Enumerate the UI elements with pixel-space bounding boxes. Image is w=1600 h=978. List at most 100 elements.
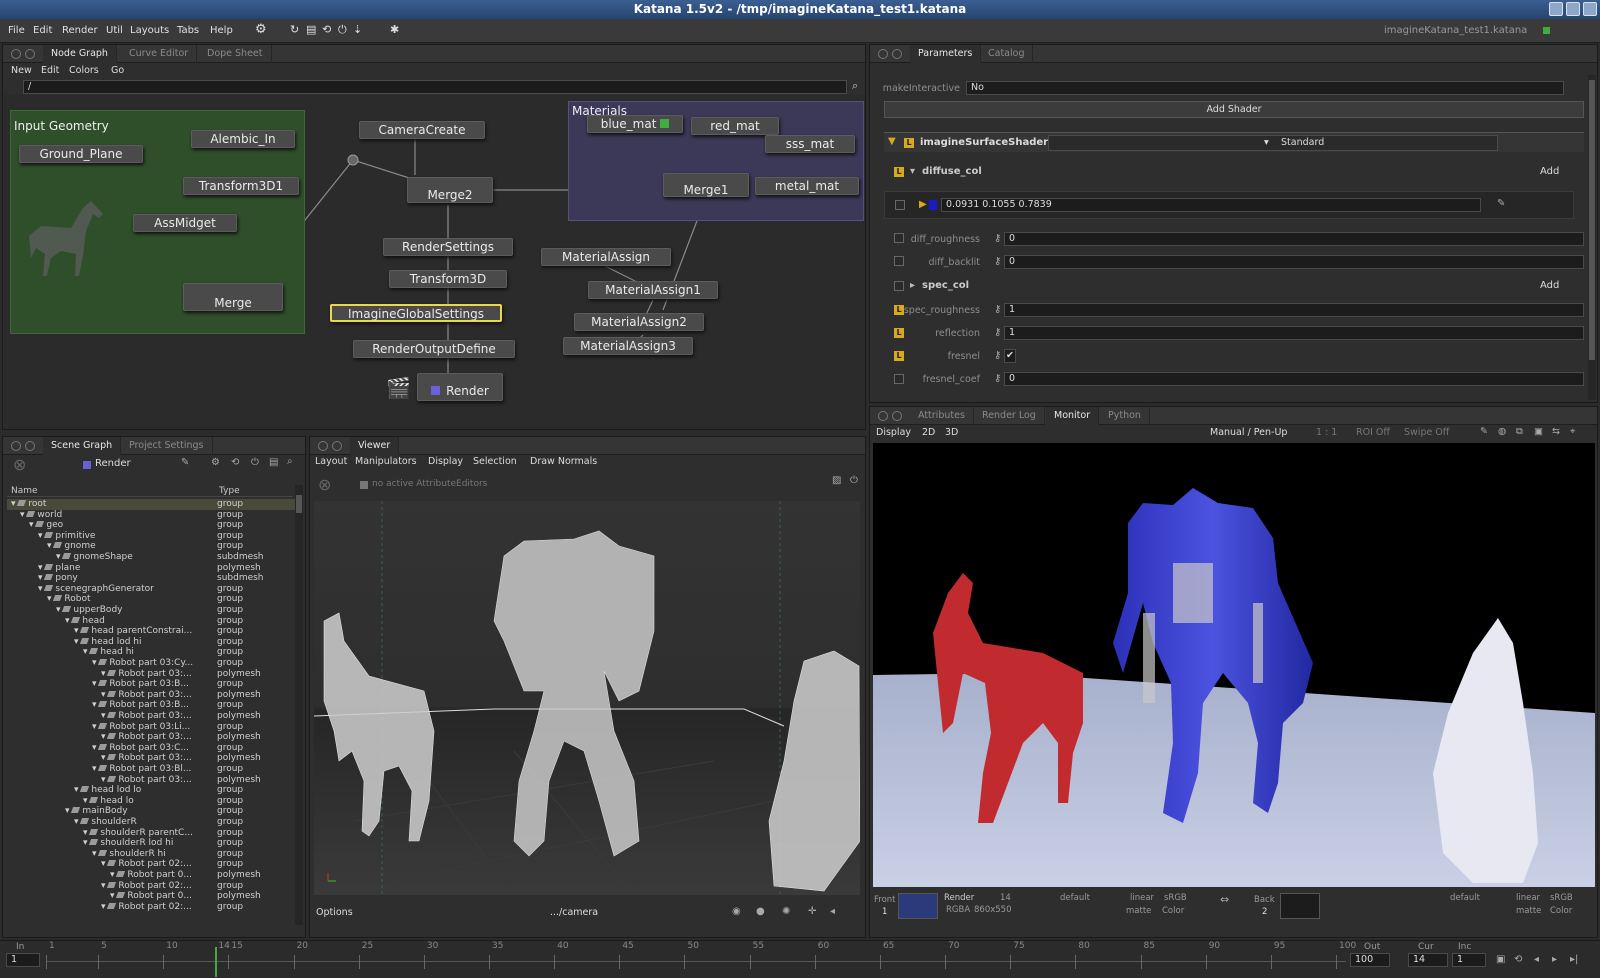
layers-icon[interactable]: ▨ xyxy=(832,475,841,486)
lock-icon[interactable]: ▣ xyxy=(1496,954,1505,965)
increment-input[interactable]: 1 xyxy=(1452,953,1486,967)
play-icon[interactable]: ▸ xyxy=(1552,954,1557,965)
lock-icon[interactable]: ▣ xyxy=(1534,426,1543,437)
pane-close-icon[interactable] xyxy=(11,441,21,451)
out-frame-input[interactable]: 100 xyxy=(1350,953,1390,967)
search-icon[interactable]: ⌕ xyxy=(287,456,293,467)
table-row[interactable]: ▾ Robot part 0... polymesh xyxy=(7,891,295,902)
table-row[interactable]: ▾ Robot part 03:... polymesh xyxy=(7,753,295,764)
move-icon[interactable]: ✛ xyxy=(808,906,816,917)
key-icon[interactable]: ⚷ xyxy=(994,373,1001,384)
table-row[interactable]: ▾ gnome group xyxy=(7,541,295,552)
make-interactive-select[interactable]: No xyxy=(966,81,1564,95)
step-forward-icon[interactable]: ▸| xyxy=(1570,954,1578,965)
pen-mode-dropdown[interactable]: Manual / Pen-Up xyxy=(1210,427,1287,438)
tab-project-settings[interactable]: Project Settings xyxy=(121,437,213,455)
node-render-output-define[interactable]: RenderOutputDefine xyxy=(353,340,515,358)
scene-graph-tree[interactable]: ▾ root group ▾ world group ▾ geo group ▾ primi… xyxy=(7,499,295,927)
power-icon[interactable]: ⏻ xyxy=(338,23,347,37)
spec-add-button[interactable]: Add xyxy=(1540,280,1559,291)
table-row[interactable]: ▾ Robot part 02:... group xyxy=(7,902,295,913)
copy-icon[interactable]: ⧉ xyxy=(1516,426,1523,437)
tab-curve-editor[interactable]: Curve Editor xyxy=(121,45,198,63)
front-color-dropdown[interactable]: Color xyxy=(1162,906,1184,916)
chat-icon[interactable]: ◍ xyxy=(1498,426,1506,437)
front-matte-dropdown[interactable]: matte xyxy=(1126,906,1151,916)
table-row[interactable]: ▾ upperBody group xyxy=(7,605,295,616)
tab-catalog[interactable]: Catalog xyxy=(980,45,1034,63)
tab-node-graph[interactable]: Node Graph xyxy=(43,45,117,63)
collapse-arrow-icon[interactable]: ▼ xyxy=(888,136,896,147)
swap-arrows-icon[interactable]: ⇔ xyxy=(1220,893,1229,906)
node-graph-canvas[interactable]: Input Geometry Ground_Plane Alembic_In T… xyxy=(3,95,865,429)
menu-edit[interactable]: Edit xyxy=(33,25,52,36)
playhead[interactable] xyxy=(215,947,218,977)
pane-float-icon[interactable] xyxy=(892,411,902,421)
node-merge1[interactable]: Merge1 xyxy=(663,173,749,197)
back-thumbnail[interactable] xyxy=(1280,893,1320,919)
node-material-assign[interactable]: MaterialAssign xyxy=(541,248,671,266)
pane-close-icon[interactable] xyxy=(878,411,888,421)
pane-close-icon[interactable] xyxy=(11,49,21,59)
back-matte-dropdown[interactable]: matte xyxy=(1516,906,1541,916)
menu-layouts[interactable]: Layouts xyxy=(130,25,169,36)
refresh-icon[interactable]: ↻ xyxy=(290,23,299,36)
table-row[interactable]: ▾ world group xyxy=(7,510,295,521)
table-row[interactable]: ▾ shoulderR hi group xyxy=(7,849,295,860)
cancel-icon[interactable]: ⊗ xyxy=(13,455,26,474)
menu-util[interactable]: Util xyxy=(106,25,123,36)
table-row[interactable]: ▾ Robot part 03:... polymesh xyxy=(7,732,295,743)
table-row[interactable]: ▾ shoulderR lod hi group xyxy=(7,838,295,849)
ng-menu-new[interactable]: New xyxy=(11,65,32,76)
tab-scene-graph[interactable]: Scene Graph xyxy=(43,437,122,455)
back-linear-dropdown[interactable]: linear xyxy=(1516,893,1540,903)
brush-icon[interactable]: ✎ xyxy=(1480,426,1488,437)
settings-icon[interactable]: ✺ xyxy=(782,906,790,917)
node-material-assign3[interactable]: MaterialAssign3 xyxy=(563,337,693,355)
in-frame-input[interactable]: 1 xyxy=(6,953,40,967)
node-render[interactable]: Render xyxy=(417,373,503,401)
power-icon[interactable]: ⏻ xyxy=(850,475,858,486)
gear-icon[interactable]: ⚙ xyxy=(211,457,220,468)
table-row[interactable]: ▾ Robot part 02:... group xyxy=(7,881,295,892)
menu-help[interactable]: Help xyxy=(210,25,233,36)
bug-icon[interactable]: ✱ xyxy=(390,23,399,36)
monitor-2d-button[interactable]: 2D xyxy=(922,427,935,438)
table-row[interactable]: ▾ Robot part 0... polymesh xyxy=(7,870,295,881)
render-thumbnail[interactable] xyxy=(898,893,938,919)
swipe-dropdown[interactable]: Swipe Off xyxy=(1404,427,1449,438)
tab-python[interactable]: Python xyxy=(1100,407,1150,425)
table-row[interactable]: ▾ plane polymesh xyxy=(7,563,295,574)
table-row[interactable]: ▾ Robot part 03:C... group xyxy=(7,743,295,754)
back-srgb-dropdown[interactable]: sRGB xyxy=(1550,893,1573,903)
table-row[interactable]: ▾ gnomeShape subdmesh xyxy=(7,552,295,563)
key-icon[interactable]: ⚷ xyxy=(994,350,1001,361)
table-row[interactable]: ▾ Robot part 03:... polymesh xyxy=(7,711,295,722)
table-row[interactable]: ▾ head lo group xyxy=(7,796,295,807)
play-arrow-icon[interactable]: ▶ xyxy=(919,199,927,210)
node-assmidget[interactable]: AssMidget xyxy=(133,214,237,232)
diff-backlit-input[interactable]: 0 xyxy=(1004,255,1584,269)
tab-dope-sheet[interactable]: Dope Sheet xyxy=(199,45,272,63)
close-button[interactable] xyxy=(1583,2,1597,16)
node-material-assign1[interactable]: MaterialAssign1 xyxy=(588,281,718,299)
table-row[interactable]: ▾ geo group xyxy=(7,520,295,531)
params-scrollbar[interactable] xyxy=(1588,75,1596,400)
save-icon[interactable]: ▤ xyxy=(306,23,316,36)
gear-icon[interactable]: ⚙ xyxy=(255,22,267,37)
pin-icon[interactable]: ● xyxy=(756,906,765,917)
front-default-dropdown[interactable]: default xyxy=(1060,893,1090,903)
front-srgb-dropdown[interactable]: sRGB xyxy=(1164,893,1187,903)
reflection-input[interactable]: 1 xyxy=(1004,326,1584,340)
refresh-icon[interactable]: ⟲ xyxy=(231,457,239,468)
roi-dropdown[interactable]: ROI Off xyxy=(1356,427,1390,438)
expand-arrow-icon[interactable]: ▾ xyxy=(910,166,915,177)
table-row[interactable]: ▾ Robot part 03:... polymesh xyxy=(7,775,295,786)
table-row[interactable]: ▾ head group xyxy=(7,616,295,627)
expand-arrow-icon[interactable]: ▸ xyxy=(910,280,915,291)
tab-parameters[interactable]: Parameters xyxy=(910,45,982,63)
key-icon[interactable]: ⚷ xyxy=(994,304,1001,315)
tab-render-log[interactable]: Render Log xyxy=(974,407,1045,425)
table-row[interactable]: ▾ Robot part 03:Li... group xyxy=(7,722,295,733)
table-row[interactable]: ▾ mainBody group xyxy=(7,806,295,817)
